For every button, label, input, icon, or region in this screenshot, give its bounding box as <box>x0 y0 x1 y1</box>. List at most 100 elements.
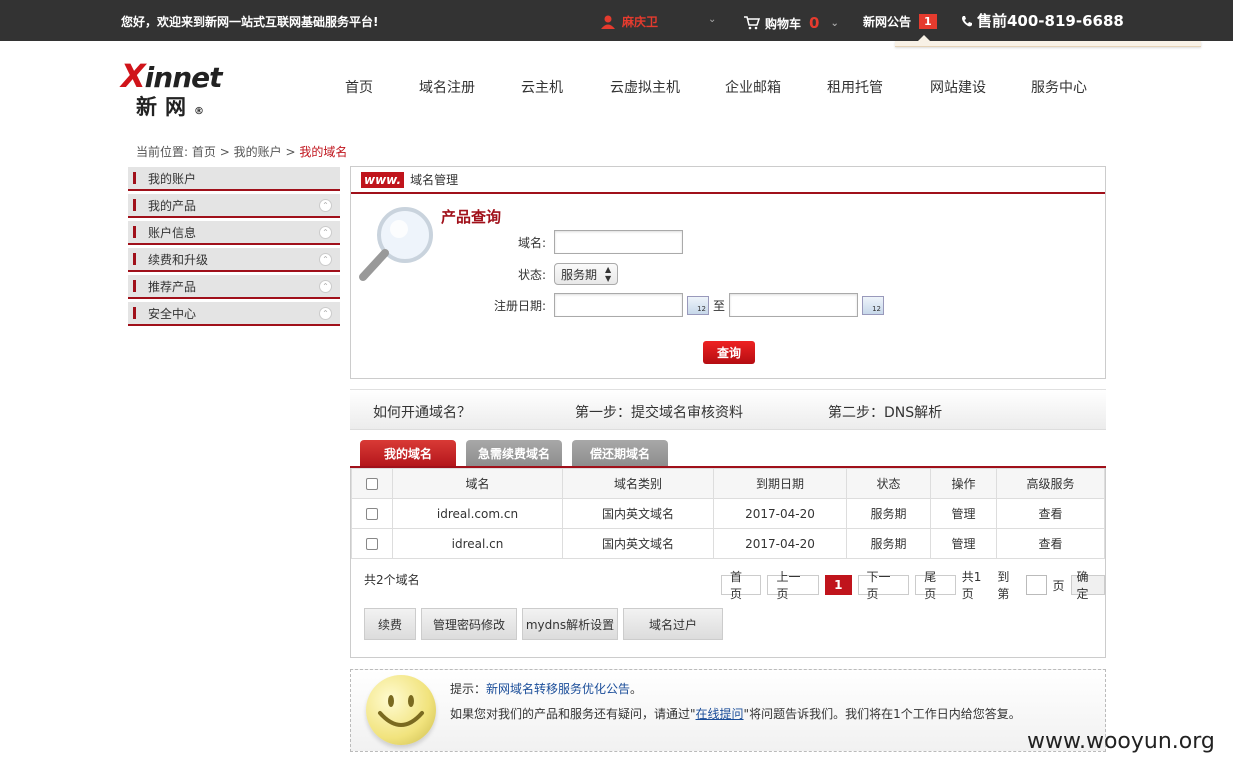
col-type: 域名类别 <box>562 468 714 499</box>
status-select-value: 服务期 <box>561 267 598 282</box>
watermark: www.wooyun.org <box>1027 729 1215 754</box>
chevron-up-icon[interactable]: ⌃ <box>319 280 332 293</box>
announcement-link[interactable]: 新网域名转移服务优化公告 <box>486 682 630 696</box>
expiry-date: 2017-04-20 <box>713 498 847 529</box>
row-checkbox[interactable] <box>366 508 378 520</box>
domain-type: 国内英文域名 <box>562 498 714 529</box>
phone-icon <box>962 15 972 26</box>
cart-icon <box>744 16 760 30</box>
status-select[interactable]: 服务期 ▲ ▼ <box>554 263 619 285</box>
domain-status: 服务期 <box>846 498 931 529</box>
breadcrumb-sep: > <box>219 145 230 159</box>
domain-input[interactable] <box>554 230 683 254</box>
page-number-input[interactable] <box>1025 575 1047 595</box>
breadcrumb-current: 我的域名 <box>299 145 348 159</box>
sidebar-item-security[interactable]: 安全中心 ⌃ <box>128 302 340 326</box>
manage-link[interactable]: 管理 <box>930 528 997 559</box>
tab-urgent-renew[interactable]: 急需续费域名 <box>466 440 562 467</box>
online-question-link[interactable]: 在线提问 <box>696 707 744 721</box>
col-expiry: 到期日期 <box>713 468 847 499</box>
sidebar-item-label: 安全中心 <box>148 306 197 321</box>
search-button[interactable]: 查询 <box>703 341 755 364</box>
goto-confirm-button[interactable]: 确定 <box>1070 570 1105 601</box>
current-page[interactable]: 1 <box>825 575 852 595</box>
domain-type: 国内英文域名 <box>562 528 714 559</box>
cart-count: 0 <box>809 14 820 32</box>
renew-button[interactable]: 续费 <box>364 608 416 640</box>
howto-question: 如何开通域名？ <box>373 405 471 421</box>
howto-step1[interactable]: 第一步：提交域名审核资料 <box>575 402 743 422</box>
domain-table: 域名 域名类别 到期日期 状态 操作 高级服务 idreal.com.cn 国内… <box>351 468 1105 559</box>
domain-query-panel: www. 域名管理 产品查询 域名: 状态: 服务期 ▲ ▼ 注册日期: 12 至… <box>350 166 1106 379</box>
howto-bar: 如何开通域名？ 第一步：提交域名审核资料 第二步：DNS解析 <box>350 389 1106 430</box>
nav-cloud-host[interactable]: 云主机 <box>521 77 563 97</box>
calendar-icon[interactable]: 12 <box>687 295 709 315</box>
notice-label: 新网公告 <box>863 15 912 29</box>
sidebar-item-recommend[interactable]: 推荐产品 ⌃ <box>128 275 340 299</box>
tab-redemption[interactable]: 偿还期域名 <box>572 440 668 467</box>
calendar-day: 12 <box>697 304 706 313</box>
nav-hosting[interactable]: 租用托管 <box>827 77 883 97</box>
cart-label: 购物车 <box>765 16 802 31</box>
first-page-button[interactable]: 首页 <box>721 570 762 601</box>
breadcrumb-home[interactable]: 首页 <box>192 145 216 159</box>
goto-prefix: 到第 <box>997 570 1010 601</box>
cart-link[interactable]: 购物车 0 ⌄ <box>744 14 839 32</box>
domain-transfer-button[interactable]: 域名过户 <box>623 608 723 640</box>
calendar-day: 12 <box>872 304 882 313</box>
chevron-up-icon[interactable]: ⌃ <box>319 199 332 212</box>
last-page-button[interactable]: 尾页 <box>915 570 956 601</box>
domain-name: idreal.com.cn <box>392 498 563 529</box>
change-password-button[interactable]: 管理密码修改 <box>421 608 517 640</box>
pages-total: 共1页 <box>961 570 982 601</box>
select-all-checkbox[interactable] <box>366 478 378 490</box>
nav-virtual-host[interactable]: 云虚拟主机 <box>610 77 680 97</box>
notice-link[interactable]: 新网公告 1 <box>863 13 937 30</box>
next-page-button[interactable]: 下一页 <box>857 570 910 601</box>
sidebar-item-label: 推荐产品 <box>148 279 197 294</box>
calendar-icon[interactable]: 12 <box>862 295 885 315</box>
chevron-up-icon[interactable]: ⌃ <box>319 226 332 239</box>
tip-text-a: 如果您对我们的产品和服务还有疑问，请通过" <box>450 707 696 721</box>
breadcrumb-sep: > <box>285 145 296 159</box>
user-menu[interactable]: 麻庆卫 <box>600 13 658 30</box>
total-count: 共2个域名 <box>364 573 420 587</box>
nav-domain[interactable]: 域名注册 <box>419 77 475 97</box>
chevron-up-icon[interactable]: ⌃ <box>319 307 332 320</box>
pagination: 首页 上一页 1 下一页 尾页 共1页 到第 页 确定 <box>721 568 1105 602</box>
goto-suffix: 页 <box>1052 578 1065 593</box>
sidebar-item-account[interactable]: 我的账户 <box>128 167 340 191</box>
chevron-up-icon[interactable]: ⌃ <box>319 253 332 266</box>
mydns-settings-button[interactable]: mydns解析设置 <box>522 608 618 640</box>
date-from-input[interactable] <box>554 293 683 317</box>
expiry-date: 2017-04-20 <box>713 528 847 559</box>
panel-title: 域名管理 <box>410 173 459 187</box>
howto-step2[interactable]: 第二步：DNS解析 <box>828 402 942 422</box>
sidebar-item-products[interactable]: 我的产品 ⌃ <box>128 194 340 218</box>
view-link[interactable]: 查看 <box>996 498 1105 529</box>
nav-home[interactable]: 首页 <box>345 77 373 97</box>
magnifier-icon <box>359 207 433 281</box>
tab-my-domains[interactable]: 我的域名 <box>360 440 456 467</box>
manage-link[interactable]: 管理 <box>930 498 997 529</box>
nav-website[interactable]: 网站建设 <box>930 77 986 97</box>
tip-box: 提示：新网域名转移服务优化公告。 如果您对我们的产品和服务还有疑问，请通过"在线… <box>350 669 1106 752</box>
logo-reg: ® <box>194 106 204 117</box>
tip-text-b: "将问题告诉我们。我们将在1个工作日内给您答复。 <box>743 707 1021 721</box>
sidebar-item-renew[interactable]: 续费和升级 ⌃ <box>128 248 340 272</box>
row-checkbox[interactable] <box>366 538 378 550</box>
chevron-down-icon[interactable]: ⌄ <box>708 14 716 25</box>
col-advanced: 高级服务 <box>996 468 1105 499</box>
prev-page-button[interactable]: 上一页 <box>767 570 820 601</box>
view-link[interactable]: 查看 <box>996 528 1105 559</box>
table-header-row: 域名 域名类别 到期日期 状态 操作 高级服务 <box>351 468 1105 499</box>
main-nav: 首页 域名注册 云主机 云虚拟主机 企业邮箱 租用托管 网站建设 服务中心 <box>0 77 1233 97</box>
nav-email[interactable]: 企业邮箱 <box>725 77 781 97</box>
date-to-input[interactable] <box>729 293 859 317</box>
breadcrumb-account[interactable]: 我的账户 <box>234 145 282 159</box>
sidebar-item-account-info[interactable]: 账户信息 ⌃ <box>128 221 340 245</box>
logo-cn: 新网 <box>136 95 194 119</box>
table-row: idreal.com.cn 国内英文域名 2017-04-20 服务期 管理 查… <box>351 498 1105 529</box>
chevron-down-icon[interactable]: ⌄ <box>830 18 838 29</box>
nav-service[interactable]: 服务中心 <box>1031 77 1087 97</box>
